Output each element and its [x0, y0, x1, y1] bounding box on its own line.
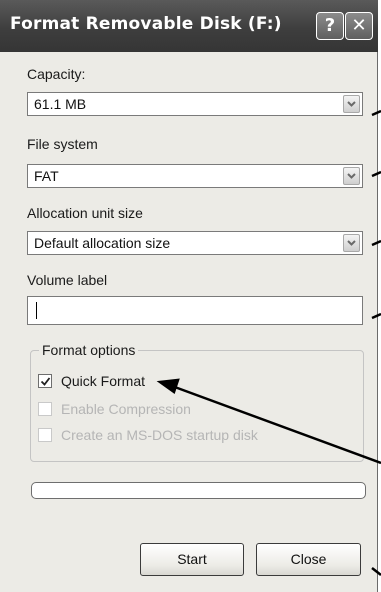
start-button[interactable]: Start	[140, 543, 244, 576]
format-progress-bar	[31, 482, 366, 499]
close-icon: ✕	[351, 15, 367, 36]
quick-format-box[interactable]	[38, 374, 52, 388]
close-button[interactable]: Close	[256, 543, 361, 576]
file-system-dropdown-button[interactable]	[343, 167, 360, 185]
file-system-value: FAT	[34, 168, 59, 184]
file-system-label: File system	[27, 136, 98, 152]
allocation-unit-dropdown-button[interactable]	[343, 234, 360, 252]
help-button[interactable]: ?	[316, 12, 344, 40]
enable-compression-box	[38, 402, 52, 416]
chevron-down-icon	[347, 101, 356, 107]
chevron-down-icon	[347, 173, 356, 179]
capacity-dropdown-button[interactable]	[343, 95, 360, 113]
enable-compression-label: Enable Compression	[61, 401, 191, 417]
format-dialog: Format Removable Disk (F:) ? ✕ Capacity:…	[0, 0, 378, 592]
allocation-unit-dropdown[interactable]: Default allocation size	[27, 231, 363, 255]
capacity-label: Capacity:	[27, 66, 86, 82]
allocation-unit-label: Allocation unit size	[27, 205, 143, 221]
chevron-down-icon	[347, 240, 356, 246]
file-system-dropdown[interactable]: FAT	[27, 164, 363, 188]
format-options-title: Format options	[39, 342, 139, 358]
title-bar[interactable]: Format Removable Disk (F:) ? ✕	[0, 0, 378, 52]
checkmark-icon	[40, 377, 51, 386]
ms-dos-startup-label: Create an MS-DOS startup disk	[61, 427, 258, 443]
help-icon: ?	[324, 15, 336, 36]
title-close-button[interactable]: ✕	[345, 12, 373, 40]
ms-dos-startup-box	[38, 428, 52, 442]
allocation-unit-value: Default allocation size	[34, 235, 171, 251]
window-title: Format Removable Disk (F:)	[10, 14, 282, 34]
volume-label-caption: Volume label	[27, 272, 108, 288]
quick-format-label: Quick Format	[61, 373, 146, 389]
volume-label-input[interactable]	[27, 296, 363, 325]
capacity-value: 61.1 MB	[34, 96, 87, 112]
text-caret	[36, 302, 37, 319]
capacity-dropdown[interactable]: 61.1 MB	[27, 92, 363, 116]
